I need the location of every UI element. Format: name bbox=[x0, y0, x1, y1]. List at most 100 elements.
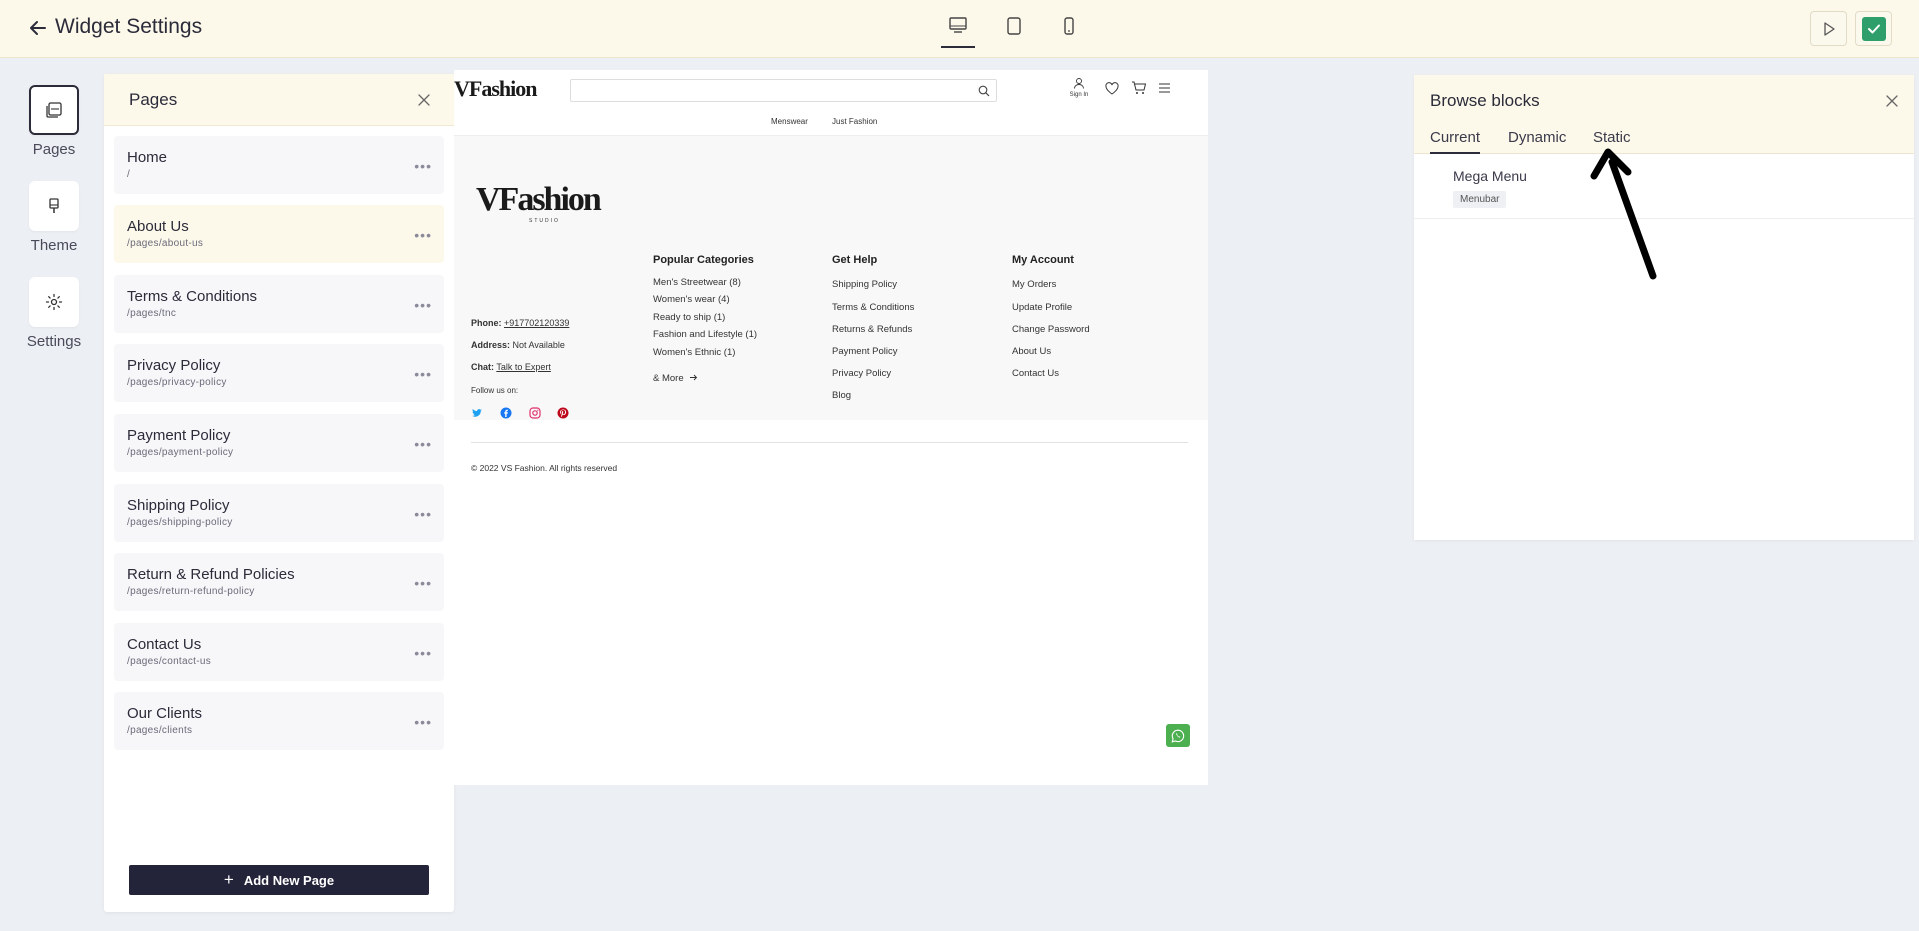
desktop-view-button[interactable] bbox=[941, 16, 975, 48]
site-logo[interactable]: VFashion bbox=[454, 76, 537, 102]
preview-header: VFashion Sign In Menswear Just Fashion bbox=[454, 70, 1208, 136]
cart-icon[interactable] bbox=[1131, 81, 1146, 95]
nav-link-just-fashion[interactable]: Just Fashion bbox=[832, 117, 877, 126]
chat-link[interactable]: Talk to Expert bbox=[496, 362, 551, 372]
contact-address: Address: Not Available bbox=[471, 340, 565, 350]
search-icon[interactable] bbox=[978, 85, 990, 97]
footer-link[interactable]: Women's Ethnic (1) bbox=[653, 347, 735, 358]
close-icon[interactable] bbox=[417, 93, 431, 107]
add-new-page-label: Add New Page bbox=[243, 872, 335, 888]
footer-link[interactable]: Shipping Policy bbox=[832, 279, 897, 290]
more-options-icon[interactable]: ••• bbox=[414, 575, 432, 591]
footer-link[interactable]: Update Profile bbox=[1012, 302, 1072, 313]
footer-link[interactable]: Women's wear (4) bbox=[653, 294, 730, 305]
more-options-icon[interactable]: ••• bbox=[414, 506, 432, 522]
page-path: / bbox=[127, 169, 131, 180]
page-item-contact-us[interactable]: Contact Us /pages/contact-us ••• bbox=[114, 623, 444, 681]
more-options-icon[interactable]: ••• bbox=[414, 158, 432, 174]
rail-label-settings: Settings bbox=[26, 333, 82, 350]
page-name: Payment Policy bbox=[127, 427, 231, 444]
page-item-home[interactable]: Home / ••• bbox=[114, 136, 444, 194]
more-options-icon[interactable]: ••• bbox=[414, 645, 432, 661]
whatsapp-button[interactable] bbox=[1166, 724, 1190, 747]
footer-link[interactable]: Payment Policy bbox=[832, 346, 897, 357]
rail-label-pages: Pages bbox=[32, 141, 76, 158]
page-item-return-refund[interactable]: Return & Refund Policies /pages/return-r… bbox=[114, 553, 444, 611]
more-categories-link[interactable]: & More bbox=[653, 373, 698, 384]
footer-link[interactable]: Privacy Policy bbox=[832, 368, 891, 379]
popular-categories-title: Popular Categories bbox=[653, 254, 754, 266]
page-item-terms[interactable]: Terms & Conditions /pages/tnc ••• bbox=[114, 275, 444, 333]
rail-item-pages[interactable]: Pages bbox=[21, 85, 87, 158]
pages-panel-header: Pages bbox=[104, 74, 454, 126]
heart-icon[interactable] bbox=[1105, 82, 1119, 95]
page-path: /pages/clients bbox=[127, 725, 193, 736]
footer-link[interactable]: My Orders bbox=[1012, 279, 1056, 290]
facebook-icon[interactable] bbox=[500, 407, 512, 419]
more-options-icon[interactable]: ••• bbox=[414, 436, 432, 452]
page-name: Shipping Policy bbox=[127, 497, 230, 514]
pinterest-icon[interactable] bbox=[557, 407, 569, 419]
gear-icon bbox=[45, 293, 63, 311]
close-icon[interactable] bbox=[1885, 94, 1899, 108]
page-item-our-clients[interactable]: Our Clients /pages/clients ••• bbox=[114, 692, 444, 750]
preview-play-button[interactable] bbox=[1810, 11, 1847, 46]
follow-us-label: Follow us on: bbox=[471, 386, 519, 395]
phone-link[interactable]: +917702120339 bbox=[504, 318, 569, 328]
user-icon bbox=[1074, 78, 1084, 89]
page-name: Our Clients bbox=[127, 705, 203, 722]
back-arrow-icon[interactable] bbox=[28, 18, 48, 38]
page-name: Privacy Policy bbox=[127, 357, 221, 374]
footer-link[interactable]: Fashion and Lifestyle (1) bbox=[653, 329, 757, 340]
instagram-icon[interactable] bbox=[529, 407, 541, 419]
more-options-icon[interactable]: ••• bbox=[414, 297, 432, 313]
footer-link[interactable]: Men's Streetwear (8) bbox=[653, 277, 741, 288]
pages-panel-title: Pages bbox=[129, 90, 178, 109]
tablet-view-button[interactable] bbox=[997, 16, 1031, 46]
rail-item-theme[interactable]: Theme bbox=[21, 181, 87, 254]
mobile-icon bbox=[1064, 17, 1074, 35]
rail-label-theme: Theme bbox=[30, 237, 78, 254]
page-item-privacy-policy[interactable]: Privacy Policy /pages/privacy-policy ••• bbox=[114, 344, 444, 402]
hamburger-menu-icon[interactable] bbox=[1158, 82, 1171, 94]
preview-search-input[interactable] bbox=[570, 79, 997, 102]
my-account-title: My Account bbox=[1012, 254, 1074, 266]
sign-in-link[interactable]: Sign In bbox=[1069, 76, 1089, 98]
more-options-icon[interactable]: ••• bbox=[414, 366, 432, 382]
page-item-payment-policy[interactable]: Payment Policy /pages/payment-policy ••• bbox=[114, 414, 444, 472]
footer-link[interactable]: Blog bbox=[832, 390, 851, 401]
add-new-page-button[interactable]: + Add New Page bbox=[129, 865, 429, 895]
footer-link[interactable]: Ready to ship (1) bbox=[653, 312, 725, 323]
footer-logo-subtitle: STUDIO bbox=[529, 218, 560, 224]
nav-link-menswear[interactable]: Menswear bbox=[771, 117, 808, 126]
annotation-arrow-icon bbox=[1590, 148, 1657, 280]
more-options-icon[interactable]: ••• bbox=[414, 714, 432, 730]
twitter-icon[interactable] bbox=[471, 407, 483, 419]
more-options-icon[interactable]: ••• bbox=[414, 227, 432, 243]
browse-blocks-panel: Browse blocks Current Dynamic Static Meg… bbox=[1414, 75, 1914, 540]
tablet-icon bbox=[1007, 17, 1021, 35]
page-item-about-us[interactable]: About Us /pages/about-us ••• bbox=[114, 205, 444, 263]
page-name: Terms & Conditions bbox=[127, 288, 258, 305]
footer-link[interactable]: Terms & Conditions bbox=[832, 302, 914, 313]
plus-icon: + bbox=[223, 870, 234, 889]
tab-dynamic[interactable]: Dynamic bbox=[1508, 129, 1566, 152]
contact-phone: Phone: +917702120339 bbox=[471, 318, 570, 328]
tab-current[interactable]: Current bbox=[1430, 129, 1481, 154]
page-title: Widget Settings bbox=[55, 15, 203, 38]
footer-link[interactable]: About Us bbox=[1012, 346, 1051, 357]
browse-blocks-title: Browse blocks bbox=[1430, 91, 1540, 110]
footer-link[interactable]: Change Password bbox=[1012, 324, 1090, 335]
mobile-view-button[interactable] bbox=[1052, 16, 1086, 46]
block-item-mega-menu[interactable]: Mega Menu Menubar bbox=[1414, 155, 1914, 219]
contact-chat: Chat: Talk to Expert bbox=[471, 362, 551, 372]
desktop-icon bbox=[949, 17, 967, 33]
rail-item-settings[interactable]: Settings bbox=[21, 277, 87, 350]
page-item-shipping-policy[interactable]: Shipping Policy /pages/shipping-policy •… bbox=[114, 484, 444, 542]
page-name: Return & Refund Policies bbox=[127, 566, 295, 583]
footer-link[interactable]: Contact Us bbox=[1012, 368, 1059, 379]
save-confirm-button[interactable] bbox=[1855, 11, 1892, 46]
page-path: /pages/shipping-policy bbox=[127, 517, 233, 528]
footer-link[interactable]: Returns & Refunds bbox=[832, 324, 912, 335]
page-path: /pages/contact-us bbox=[127, 656, 212, 667]
